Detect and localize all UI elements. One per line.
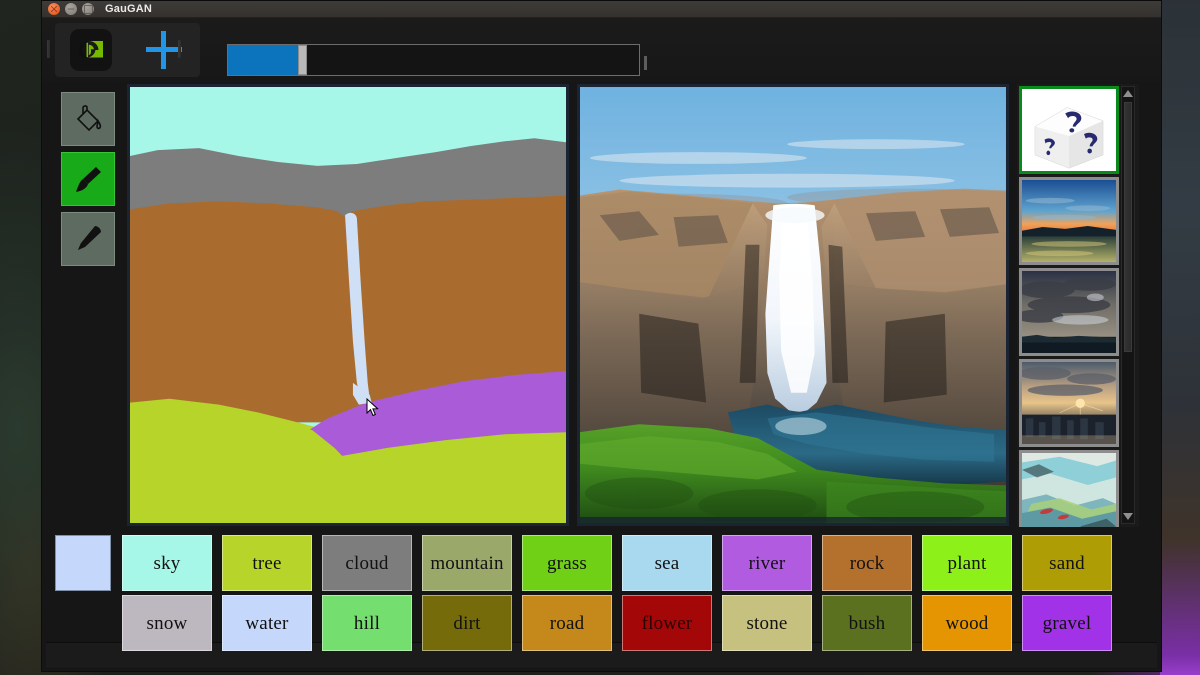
palette-swatch-snow[interactable]: snow: [122, 595, 212, 651]
nvidia-eye-icon: [78, 41, 104, 59]
maximize-icon[interactable]: [82, 3, 94, 15]
slider-handle[interactable]: [297, 45, 307, 75]
close-icon[interactable]: [48, 3, 60, 15]
palette-swatch-flower[interactable]: flower: [622, 595, 712, 651]
palette-swatch-mountain[interactable]: mountain: [422, 535, 512, 591]
city-sunset-thumb: [1022, 362, 1116, 444]
generated-image-canvas[interactable]: [577, 84, 1009, 526]
palette-swatch-river[interactable]: river: [722, 535, 812, 591]
dice-question-icon: [1022, 89, 1116, 171]
label-palette: sky tree cloud mountain grass sea river rock pla…: [42, 532, 1161, 675]
thumbnail-city-sunset-style[interactable]: [1019, 359, 1119, 447]
thumbnail-painted-wave-style[interactable]: [1019, 450, 1119, 527]
palette-swatch-sky[interactable]: sky: [122, 535, 212, 591]
palette-swatch-water[interactable]: water: [222, 595, 312, 651]
gaugan-window: GauGAN sky tree cloud mountain grass sea…: [41, 0, 1162, 672]
toolbar-grip-right[interactable]: [178, 40, 181, 58]
tool-brush[interactable]: [61, 152, 115, 206]
palette-swatch-plant[interactable]: plant: [922, 535, 1012, 591]
palette-swatch-hill[interactable]: hill: [322, 595, 412, 651]
stormy-sky-thumb: [1022, 271, 1116, 353]
scroll-down-arrow-icon[interactable]: [1122, 510, 1134, 523]
segmentation-map: [130, 87, 566, 523]
thumbnail-random-style-dice[interactable]: [1019, 86, 1119, 174]
thumbnail-list: [1019, 86, 1121, 527]
palette-swatch-road[interactable]: road: [522, 595, 612, 651]
palette-swatch-sand[interactable]: sand: [1022, 535, 1112, 591]
scrollbar-thumb[interactable]: [1124, 102, 1132, 352]
tool-bucket[interactable]: [61, 92, 115, 146]
tool-palette: [61, 92, 115, 272]
style-thumbnail-panel: [1017, 84, 1139, 527]
sunset-coast-thumb: [1022, 180, 1116, 262]
window-titlebar: GauGAN: [42, 1, 1161, 18]
main-content: sky tree cloud mountain grass sea river rock pla…: [42, 82, 1161, 651]
palette-row-2: snow water hill dirt road flower stone bush wood…: [122, 595, 1112, 651]
pencil-icon: [78, 226, 101, 250]
minimize-icon[interactable]: [65, 3, 77, 15]
palette-row-1: sky tree cloud mountain grass sea river rock pla…: [122, 535, 1112, 591]
painted-wave-thumb: [1022, 453, 1116, 527]
palette-swatch-rock[interactable]: rock: [822, 535, 912, 591]
desktop-wallpaper-strip: [1160, 0, 1200, 675]
slider-fill: [228, 45, 298, 75]
scroll-up-arrow-icon[interactable]: [1122, 87, 1134, 100]
paint-bucket-icon: [76, 105, 102, 132]
palette-swatch-wood[interactable]: wood: [922, 595, 1012, 651]
tool-pencil[interactable]: [61, 212, 115, 266]
current-color-swatch[interactable]: [55, 535, 111, 591]
thumbnail-scrollbar[interactable]: [1121, 86, 1135, 524]
segmentation-canvas[interactable]: [127, 84, 569, 526]
palette-swatch-grass[interactable]: grass: [522, 535, 612, 591]
window-title: GauGAN: [105, 3, 153, 15]
nvidia-logo-button[interactable]: [70, 29, 113, 71]
generated-waterfall-image: [580, 87, 1006, 523]
palette-swatch-sea[interactable]: sea: [622, 535, 712, 591]
palette-swatch-cloud[interactable]: cloud: [322, 535, 412, 591]
slider-end-tick: [644, 56, 647, 70]
paint-brush-icon: [76, 167, 101, 192]
toolbar-grip-left[interactable]: [47, 40, 50, 58]
palette-swatch-gravel[interactable]: gravel: [1022, 595, 1112, 651]
palette-swatch-bush[interactable]: bush: [822, 595, 912, 651]
thumbnail-sunset-coast-style[interactable]: [1019, 177, 1119, 265]
top-toolbar: [42, 18, 1161, 82]
palette-swatch-tree[interactable]: tree: [222, 535, 312, 591]
thumbnail-stormy-sky-style[interactable]: [1019, 268, 1119, 356]
palette-swatch-stone[interactable]: stone: [722, 595, 812, 651]
palette-swatch-dirt[interactable]: dirt: [422, 595, 512, 651]
style-strength-slider[interactable]: [227, 44, 640, 76]
